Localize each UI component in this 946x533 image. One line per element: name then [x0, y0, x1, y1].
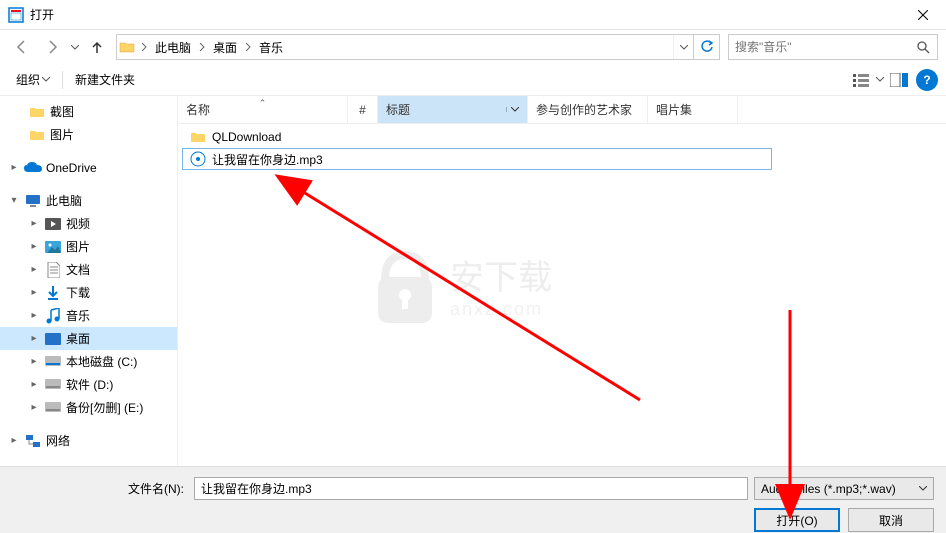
preview-button[interactable] [886, 68, 912, 92]
chevron-right-icon[interactable]: ▸ [28, 287, 40, 298]
breadcrumb-desktop[interactable]: 桌面 [209, 35, 241, 59]
chevron-right-icon[interactable]: ▸ [28, 379, 40, 390]
desktop-icon [44, 333, 62, 345]
disk-icon [44, 379, 62, 391]
search-box[interactable] [728, 34, 938, 60]
view-button[interactable] [848, 68, 874, 92]
view-dropdown[interactable] [874, 77, 886, 82]
main-pane: 名称 # 标题 参与创作的艺术家 唱片集 QLDownload 让我留在你身边.… [178, 96, 946, 466]
sidebar-item-network[interactable]: ▸ 网络 [0, 429, 177, 452]
chevron-right-icon[interactable]: ▸ [28, 402, 40, 413]
sidebar: 截图 图片 ▸ OneDrive ▾ 此电脑 ▸ 视频 ▸ 图片 ▸ [0, 96, 178, 466]
filetype-filter[interactable]: Audio Files (*.mp3;*.wav) [754, 477, 934, 500]
filename-input[interactable] [194, 477, 748, 500]
onedrive-icon [24, 162, 42, 174]
video-icon [44, 218, 62, 230]
chevron-right-icon[interactable]: ▸ [28, 241, 40, 252]
docs-icon [44, 262, 62, 278]
folder-icon [28, 105, 46, 119]
pictures-icon [44, 241, 62, 253]
sidebar-item-desktop[interactable]: ▸ 桌面 [0, 327, 177, 350]
pc-icon [24, 194, 42, 208]
sidebar-item-tupian[interactable]: 图片 [0, 123, 177, 146]
chevron-down-icon[interactable] [506, 107, 519, 112]
col-album[interactable]: 唱片集 [648, 96, 738, 123]
chevron-down-icon [919, 486, 927, 491]
address-bar[interactable]: 此电脑 桌面 音乐 [116, 34, 720, 60]
folder-icon [190, 129, 206, 145]
sidebar-item-disk-c[interactable]: ▸ 本地磁盘 (C:) [0, 350, 177, 373]
col-name[interactable]: 名称 [178, 96, 348, 123]
chevron-right-icon[interactable]: ▸ [28, 264, 40, 275]
file-list[interactable]: QLDownload 让我留在你身边.mp3 [178, 124, 946, 466]
up-button[interactable] [84, 34, 110, 60]
newfolder-button[interactable]: 新建文件夹 [67, 67, 143, 92]
refresh-button[interactable] [693, 35, 719, 59]
help-button[interactable]: ? [916, 69, 938, 91]
file-name: QLDownload [212, 130, 281, 144]
chevron-right-icon[interactable]: ▸ [28, 310, 40, 321]
chevron-right-icon[interactable] [241, 35, 255, 59]
col-number[interactable]: # [348, 96, 378, 123]
close-button[interactable] [900, 0, 946, 30]
col-title[interactable]: 标题 [378, 96, 528, 123]
music-icon [44, 308, 62, 324]
chevron-down-icon[interactable]: ▾ [8, 195, 20, 206]
disk-icon [44, 402, 62, 414]
breadcrumb-music[interactable]: 音乐 [255, 35, 287, 59]
audio-file-icon [190, 151, 206, 167]
sidebar-item-music[interactable]: ▸ 音乐 [0, 304, 177, 327]
address-dropdown[interactable] [673, 35, 693, 59]
sidebar-item-pc[interactable]: ▾ 此电脑 [0, 189, 177, 212]
filename-label: 文件名(N): [12, 480, 188, 497]
chevron-right-icon[interactable]: ▸ [28, 333, 40, 344]
file-row-mp3[interactable]: 让我留在你身边.mp3 [182, 148, 772, 170]
history-dropdown[interactable] [68, 34, 82, 60]
chevron-right-icon[interactable]: ▸ [28, 218, 40, 229]
chevron-right-icon[interactable] [137, 35, 151, 59]
chevron-right-icon[interactable]: ▸ [28, 356, 40, 367]
downloads-icon [44, 285, 62, 301]
search-icon[interactable] [909, 40, 937, 54]
sidebar-item-pictures[interactable]: ▸ 图片 [0, 235, 177, 258]
organize-button[interactable]: 组织 [8, 67, 58, 92]
folder-icon [28, 128, 46, 142]
folder-icon [117, 39, 137, 55]
sidebar-item-downloads[interactable]: ▸ 下载 [0, 281, 177, 304]
sidebar-item-disk-d[interactable]: ▸ 软件 (D:) [0, 373, 177, 396]
forward-button [38, 34, 66, 60]
chevron-right-icon[interactable]: ▸ [8, 162, 20, 173]
toolbar: 组织 新建文件夹 ? [0, 64, 946, 96]
organize-label: 组织 [16, 71, 40, 88]
back-button[interactable] [8, 34, 36, 60]
file-row-folder[interactable]: QLDownload [182, 126, 942, 148]
app-icon [8, 7, 24, 23]
col-artist[interactable]: 参与创作的艺术家 [528, 96, 648, 123]
window-title: 打开 [30, 6, 900, 23]
titlebar: 打开 [0, 0, 946, 30]
navbar: 此电脑 桌面 音乐 [0, 30, 946, 64]
column-headers: 名称 # 标题 参与创作的艺术家 唱片集 [178, 96, 946, 124]
sidebar-item-onedrive[interactable]: ▸ OneDrive [0, 156, 177, 179]
search-input[interactable] [729, 40, 909, 54]
newfolder-label: 新建文件夹 [75, 71, 135, 88]
network-icon [24, 434, 42, 448]
filter-label: Audio Files (*.mp3;*.wav) [761, 482, 896, 496]
breadcrumb-pc[interactable]: 此电脑 [151, 35, 195, 59]
sidebar-item-jietu[interactable]: 截图 [0, 100, 177, 123]
footer: 文件名(N): Audio Files (*.mp3;*.wav) 打开(O) … [0, 466, 946, 533]
sidebar-item-video[interactable]: ▸ 视频 [0, 212, 177, 235]
chevron-right-icon[interactable] [195, 35, 209, 59]
sidebar-item-docs[interactable]: ▸ 文档 [0, 258, 177, 281]
chevron-right-icon[interactable]: ▸ [8, 435, 20, 446]
open-button[interactable]: 打开(O) [754, 508, 840, 532]
file-name: 让我留在你身边.mp3 [212, 151, 323, 168]
sidebar-item-disk-e[interactable]: ▸ 备份[勿删] (E:) [0, 396, 177, 419]
cancel-button[interactable]: 取消 [848, 508, 934, 532]
disk-icon [44, 356, 62, 368]
